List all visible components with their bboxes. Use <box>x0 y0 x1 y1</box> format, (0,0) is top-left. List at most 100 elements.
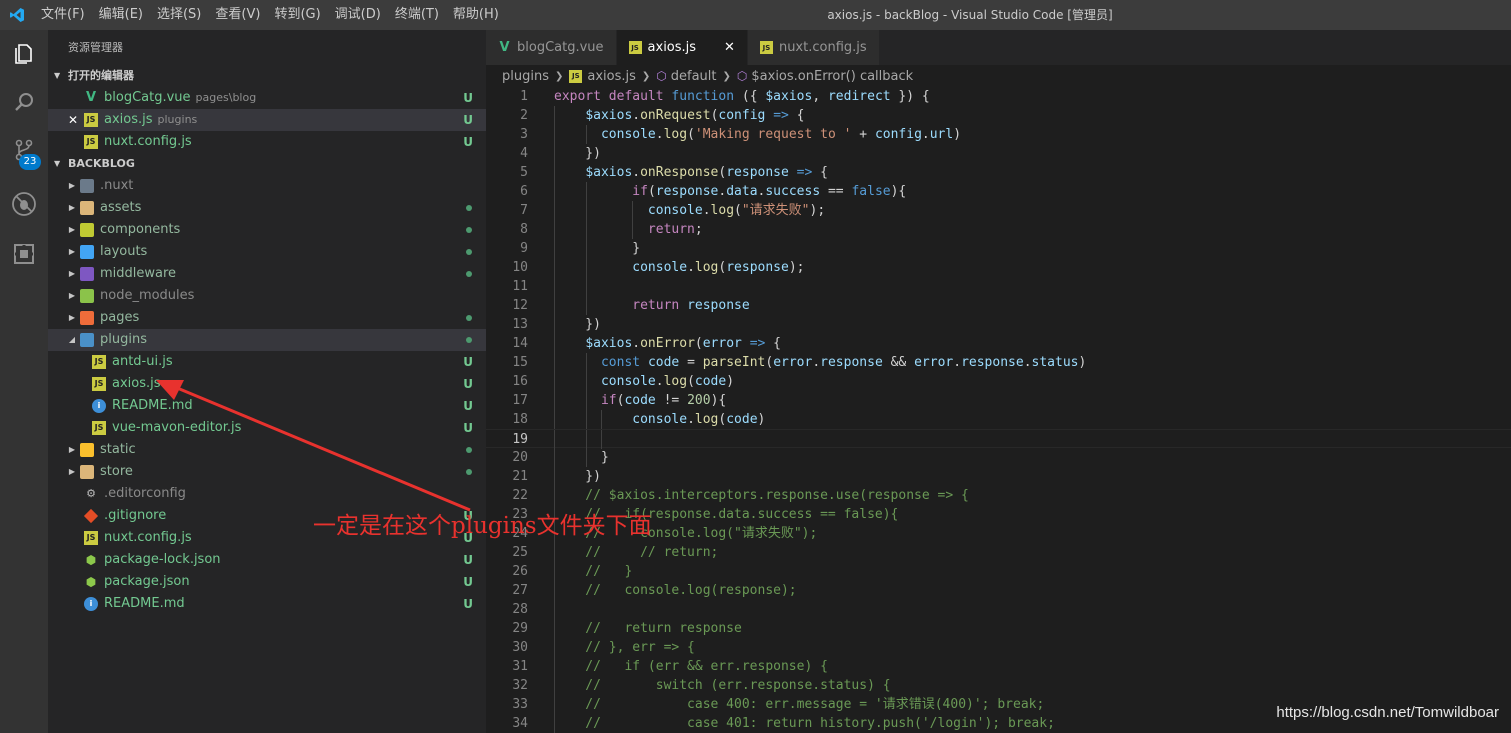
chevron-right-icon: ▶ <box>68 291 76 300</box>
tree-folder[interactable]: ▶ middleware <box>48 263 486 285</box>
chevron-right-icon: ▶ <box>68 247 76 256</box>
menu-selection[interactable]: 选择(S) <box>150 0 208 30</box>
js-icon: JS <box>628 41 642 54</box>
breadcrumb-symbol-callback[interactable]: $axios.onError() callback <box>751 69 913 84</box>
tree-file[interactable]: JS axios.js U <box>48 373 486 395</box>
close-icon[interactable]: ✕ <box>68 109 78 131</box>
code-line: 10 console.log(response); <box>512 258 805 277</box>
open-editor-item[interactable]: V blogCatg.vue pages\blog U <box>48 87 486 109</box>
info-icon: i <box>84 597 98 611</box>
tree-file[interactable]: JS vue-mavon-editor.js U <box>48 417 486 439</box>
gear-icon: ⚙ <box>86 487 96 500</box>
tree-folder-open[interactable]: ◢ plugins <box>48 329 486 351</box>
tree-folder[interactable]: ▶ store <box>48 461 486 483</box>
breadcrumb-file[interactable]: axios.js <box>587 69 636 84</box>
tab-axios-js[interactable]: JS axios.js ✕ <box>616 30 748 65</box>
tree-file[interactable]: ⬢ package-lock.json U <box>48 549 486 571</box>
code-line: 3 console.log('Making request to ' + con… <box>520 125 962 144</box>
breadcrumb-symbol-default[interactable]: default <box>671 69 717 84</box>
tree-folder[interactable]: ▶ .nuxt <box>48 175 486 197</box>
chevron-right-icon: ❯ <box>722 70 731 82</box>
tree-file[interactable]: ⬢ package.json U <box>48 571 486 593</box>
tree-file[interactable]: i README.md U <box>48 593 486 615</box>
js-icon: JS <box>92 355 106 369</box>
folder-icon <box>80 311 94 325</box>
chevron-right-icon: ▶ <box>68 313 76 322</box>
menu-terminal[interactable]: 终端(T) <box>388 0 446 30</box>
menu-view[interactable]: 查看(V) <box>208 0 267 30</box>
tree-folder[interactable]: ▶ assets <box>48 197 486 219</box>
activity-bar: 23 <box>0 30 48 733</box>
extensions-icon[interactable] <box>0 230 48 278</box>
code-line: 28 <box>486 600 1511 619</box>
tree-file[interactable]: i README.md U <box>48 395 486 417</box>
code-line: 12 return response <box>512 296 750 315</box>
menu-bar: 文件(F) 编辑(E) 选择(S) 查看(V) 转到(G) 调试(D) 终端(T… <box>34 0 506 30</box>
tab-nuxt-config-js[interactable]: JS nuxt.config.js <box>747 30 880 65</box>
js-icon: JS <box>84 531 98 545</box>
chevron-right-icon: ❯ <box>641 70 651 82</box>
code-line: 13 }) <box>512 315 601 334</box>
folder-icon <box>80 245 94 259</box>
menu-debug[interactable]: 调试(D) <box>328 0 388 30</box>
js-icon: JS <box>84 135 98 149</box>
menu-go[interactable]: 转到(G) <box>267 0 327 30</box>
chevron-down-icon: ◢ <box>68 335 76 344</box>
chevron-right-icon: ▶ <box>68 181 76 190</box>
vscode-logo-icon <box>0 0 34 30</box>
symbol-cube-icon: ⬡ <box>736 69 748 83</box>
close-icon[interactable]: ✕ <box>724 40 735 55</box>
scm-count-badge: 23 <box>19 154 41 170</box>
search-icon[interactable] <box>0 78 48 126</box>
chevron-right-icon: ▶ <box>68 225 76 234</box>
tree-folder[interactable]: ▶ components <box>48 219 486 241</box>
code-line: 31 // if (err && err.response) { <box>512 657 828 676</box>
tree-file[interactable]: JS antd-ui.js U <box>48 351 486 373</box>
code-line: 27 // console.log(response); <box>512 581 797 600</box>
code-line: 30 // }, err => { <box>512 638 695 657</box>
folder-icon <box>80 267 94 281</box>
tree-folder[interactable]: ▶ node_modules <box>48 285 486 307</box>
code-editor[interactable]: 1 export default function ({ $axios, redi… <box>486 87 1511 733</box>
chevron-right-icon: ❯ <box>554 70 564 82</box>
code-line: 26 // } <box>512 562 633 581</box>
open-editor-item[interactable]: ✕ JS axios.js plugins U <box>48 109 486 131</box>
modified-dot <box>466 205 472 211</box>
project-header[interactable]: ▼ BACKBLOG <box>48 153 486 175</box>
breadcrumb: plugins ❯ JS axios.js ❯ ⬡ default ❯ ⬡ $a… <box>486 65 1511 87</box>
tree-folder[interactable]: ▶ static <box>48 439 486 461</box>
watermark: https://blog.csdn.net/Tomwildboar <box>1276 704 1499 721</box>
open-editor-item[interactable]: JS nuxt.config.js U <box>48 131 486 153</box>
info-icon: i <box>92 399 106 413</box>
menu-edit[interactable]: 编辑(E) <box>92 0 150 30</box>
tree-folder[interactable]: ▶ layouts <box>48 241 486 263</box>
chevron-right-icon: ▶ <box>68 203 76 212</box>
modified-dot <box>466 315 472 321</box>
modified-dot <box>466 447 472 453</box>
explorer-sidebar: 资源管理器 ▼ 打开的编辑器 V blogCatg.vue pages\blog… <box>48 30 486 733</box>
code-line: 17 if(code != 200){ <box>512 391 727 410</box>
folder-icon <box>80 443 94 457</box>
menu-file[interactable]: 文件(F) <box>34 0 92 30</box>
explorer-title: 资源管理器 <box>68 41 123 54</box>
breadcrumb-folder[interactable]: plugins <box>502 69 549 84</box>
nodejs-icon: ⬢ <box>85 553 97 567</box>
folder-icon <box>80 179 94 193</box>
code-line: 32 // switch (err.response.status) { <box>512 676 891 695</box>
tree-file[interactable]: ⚙ .editorconfig <box>48 483 486 505</box>
folder-icon <box>80 465 94 479</box>
code-line: 20 } <box>512 448 609 467</box>
explorer-files-icon[interactable] <box>0 30 48 78</box>
folder-icon <box>80 289 94 303</box>
open-editors-header[interactable]: ▼ 打开的编辑器 <box>48 65 486 87</box>
tree-folder[interactable]: ▶ pages <box>48 307 486 329</box>
code-line: 11 <box>486 277 1511 296</box>
modified-dot <box>466 249 472 255</box>
git-icon <box>83 508 99 524</box>
tab-blogcatg-vue[interactable]: V blogCatg.vue <box>486 30 617 65</box>
js-icon: JS <box>569 69 583 83</box>
debug-icon[interactable] <box>0 180 48 228</box>
folder-icon <box>80 201 94 215</box>
nodejs-icon: ⬢ <box>85 575 97 589</box>
menu-help[interactable]: 帮助(H) <box>446 0 506 30</box>
